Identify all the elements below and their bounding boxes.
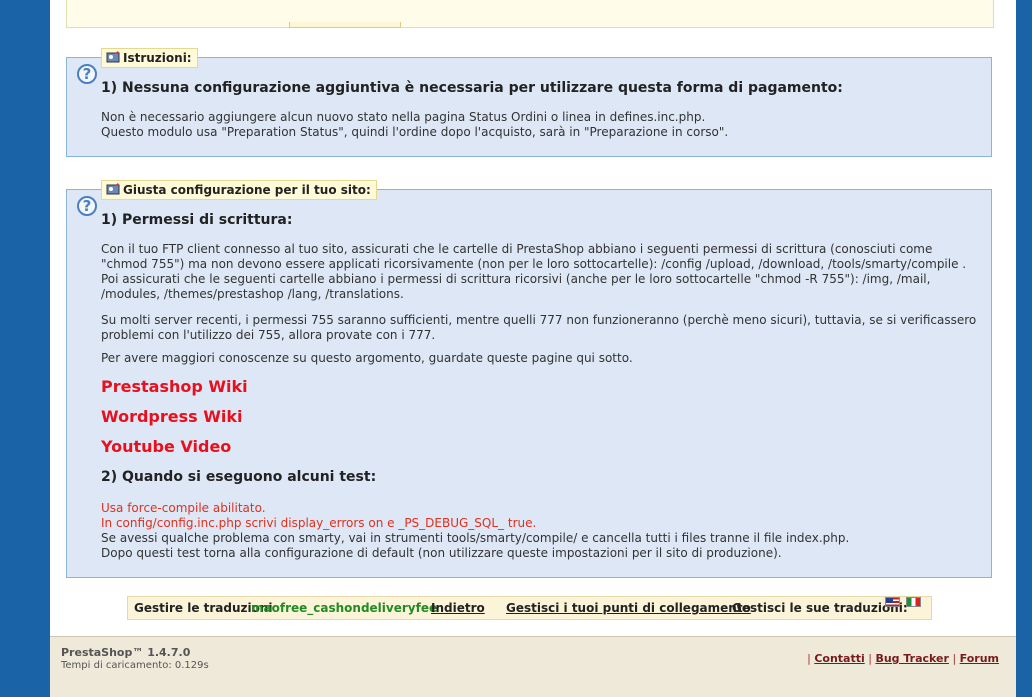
- forum-link[interactable]: Forum: [960, 652, 999, 665]
- english-flag-icon[interactable]: [885, 597, 900, 607]
- permissions-note: Su molti server recenti, i permessi 755 …: [101, 313, 977, 342]
- button-fragment[interactable]: [289, 22, 401, 28]
- footer: PrestaShop™ 1.4.7.0 Tempi di caricamento…: [50, 636, 1016, 697]
- more-info-text: Per avere maggiori conoscenze su questo …: [101, 351, 633, 365]
- instructions-heading: 1) Nessuna configurazione aggiuntiva è n…: [101, 80, 843, 96]
- back-link[interactable]: Indietro: [431, 597, 485, 619]
- youtube-video-link[interactable]: Youtube Video: [101, 437, 231, 456]
- italian-flag-icon[interactable]: [906, 597, 921, 607]
- instructions-panel: Istruzioni: ? 1) Nessuna configurazione …: [66, 48, 992, 157]
- prestashop-wiki-link[interactable]: Prestashop Wiki: [101, 377, 248, 396]
- permissions-text: Con il tuo FTP client connesso al tuo si…: [101, 242, 967, 301]
- bug-tracker-link[interactable]: Bug Tracker: [875, 652, 949, 665]
- version-text: PrestaShop™ 1.4.7.0: [61, 646, 191, 659]
- contacts-link[interactable]: Contatti: [814, 652, 864, 665]
- instructions-legend: Istruzioni:: [101, 48, 198, 68]
- load-time-text: Tempi di caricamento: 0.129s: [61, 660, 209, 671]
- tests-text: Usa force-compile abilitato. In config/c…: [101, 501, 850, 560]
- manage-hooks-link[interactable]: Gestisci i tuoi punti di collegamento: [506, 597, 751, 619]
- footer-links: | Contatti | Bug Tracker | Forum: [807, 652, 999, 665]
- manage-its-translations-label: Gestisci le sue traduzioni:: [732, 601, 908, 615]
- module-name: maofree_cashondeliveryfee: [251, 601, 438, 615]
- permissions-heading: 1) Permessi di scrittura:: [101, 212, 293, 228]
- help-icon: ?: [77, 196, 97, 216]
- config-legend: Giusta configurazione per il tuo sito:: [101, 180, 377, 200]
- wordpress-wiki-link[interactable]: Wordpress Wiki: [101, 407, 242, 426]
- config-icon: [106, 183, 120, 195]
- page: Istruzioni: ? 1) Nessuna configurazione …: [50, 0, 1016, 697]
- config-icon: [106, 51, 120, 63]
- translations-bar: Gestire le traduzioni maofree_cashondeli…: [127, 596, 932, 620]
- config-panel: Giusta configurazione per il tuo sito: ?…: [66, 180, 992, 578]
- instructions-text: Non è necessario aggiungere alcun nuovo …: [101, 110, 729, 139]
- help-icon: ?: [77, 64, 97, 84]
- tests-heading: 2) Quando si eseguono alcuni test:: [101, 469, 377, 485]
- top-panel-fragment: [66, 0, 994, 28]
